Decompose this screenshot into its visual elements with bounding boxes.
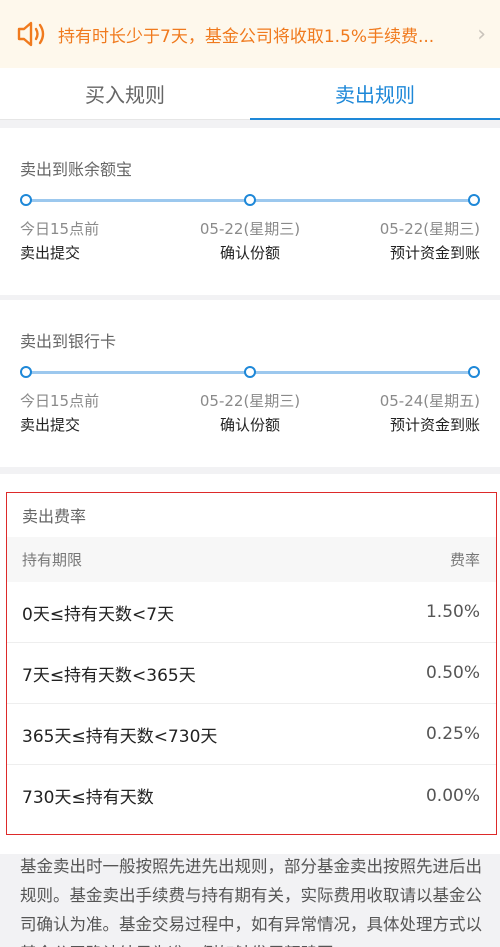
step-dot — [244, 366, 256, 378]
chevron-right-icon: › — [477, 21, 486, 47]
fee-rate: 0.50% — [425, 663, 480, 683]
fee-period: 0天≤持有天数<7天 — [22, 604, 175, 625]
step-date: 05-24(星期五) — [379, 392, 480, 410]
card-title: 卖出到银行卡 — [20, 332, 117, 351]
step-dot — [244, 194, 256, 206]
step-label: 预计资金到账 — [389, 416, 480, 434]
notice-text: 持有时长少于7天，基金公司将收取1.5%手续费... — [58, 26, 435, 47]
step-label: 卖出提交 — [20, 244, 81, 262]
column-header-period: 持有期限 — [22, 551, 83, 569]
tab-sell-rules[interactable]: 卖出规则 — [250, 68, 500, 120]
fee-period: 7天≤持有天数<365天 — [22, 665, 196, 686]
step-label: 预计资金到账 — [389, 244, 480, 262]
sell-to-balance-card: 卖出到账余额宝 今日15点前 05-22(星期三) 05-22(星期三) 卖出提… — [0, 128, 500, 295]
step-dot — [20, 366, 32, 378]
speaker-icon — [17, 21, 45, 47]
step-dot — [468, 366, 480, 378]
sell-fee-table: 卖出费率 持有期限 费率 0天≤持有天数<7天 1.50% 7天≤持有天数<36… — [6, 492, 497, 835]
fee-title: 卖出费率 — [22, 507, 87, 526]
column-header-rate: 费率 — [449, 551, 480, 569]
table-row: 730天≤持有天数 0.00% — [7, 765, 496, 826]
step-date: 今日15点前 — [20, 392, 100, 410]
table-row: 7天≤持有天数<365天 0.50% — [7, 643, 496, 704]
fee-rate: 1.50% — [425, 602, 480, 622]
sell-to-bank-card: 卖出到银行卡 今日15点前 05-22(星期三) 05-24(星期五) 卖出提交… — [0, 300, 500, 467]
fee-period: 730天≤持有天数 — [22, 788, 154, 808]
fee-rate: 0.25% — [425, 724, 480, 744]
sell-rules-description: 基金卖出时一般按照先进先出规则，部分基金卖出按照先进后出规则。基金卖出手续费与持… — [20, 857, 482, 947]
table-row: 0天≤持有天数<7天 1.50% — [7, 582, 496, 643]
fee-rate: 0.00% — [425, 785, 480, 806]
notice-bar[interactable]: 持有时长少于7天，基金公司将收取1.5%手续费... › — [0, 0, 500, 68]
tab-bar: 买入规则 卖出规则 — [0, 68, 500, 120]
tab-buy-rules[interactable]: 买入规则 — [0, 68, 250, 119]
card-title: 卖出到账余额宝 — [20, 160, 133, 179]
table-row: 365天≤持有天数<730天 0.25% — [7, 704, 496, 765]
fee-table-header: 持有期限 费率 — [7, 537, 496, 582]
step-date: 05-22(星期三) — [379, 220, 480, 238]
fee-period: 365天≤持有天数<730天 — [22, 726, 218, 747]
step-date: 今日15点前 — [20, 220, 100, 238]
step-dot — [20, 194, 32, 206]
step-label: 卖出提交 — [20, 416, 81, 434]
step-date: 05-22(星期三) — [199, 220, 301, 238]
step-dot — [468, 194, 480, 206]
step-label: 确认份额 — [219, 416, 281, 434]
step-label: 确认份额 — [219, 244, 281, 262]
step-date: 05-22(星期三) — [199, 392, 301, 410]
